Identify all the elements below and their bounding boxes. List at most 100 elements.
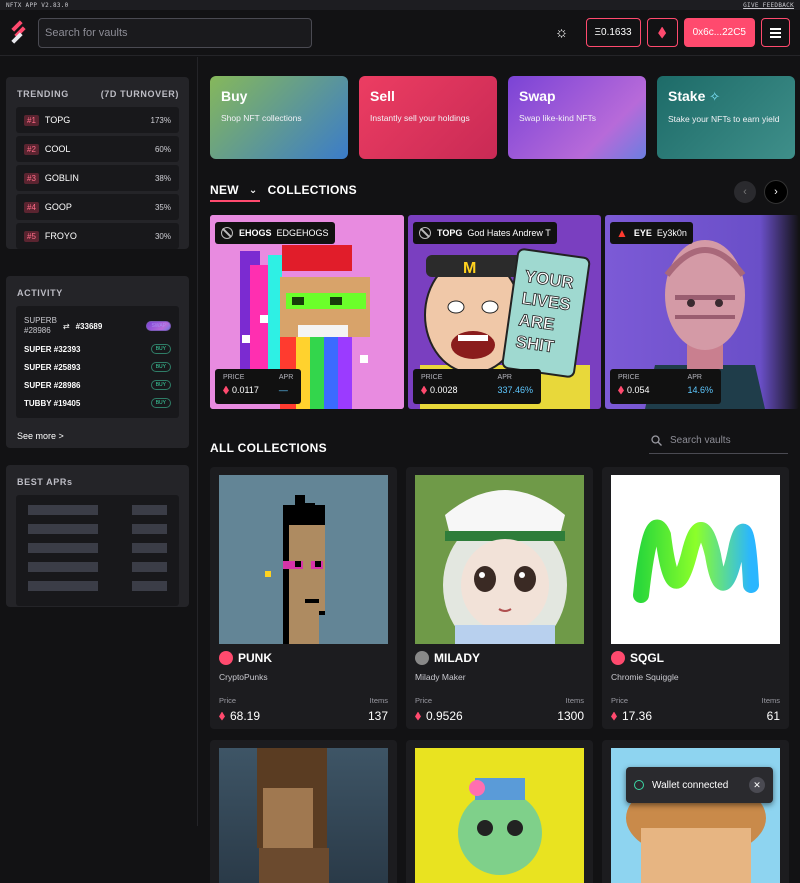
check-circle-icon [634,780,644,790]
see-more-link[interactable]: See more > [17,431,179,441]
prev-arrow-icon[interactable]: ‹ [734,181,756,203]
collection-card[interactable] [210,740,397,883]
price-label: Price [219,696,236,705]
activity-title: ACTIVITY [17,288,63,298]
menu-button[interactable] [761,18,790,47]
ethereum-icon [658,27,666,39]
stake-card[interactable]: Stake ✧Stake your NFTs to earn yield [657,76,795,159]
balance-button[interactable]: Ξ0.1633 [586,18,641,47]
activity-swap-row[interactable]: SUPERB#28986 ⇄ #33689 SWAP [24,312,171,340]
apr-label: APR [498,374,534,381]
price-label: PRICE [223,374,259,381]
collections-label: COLLECTIONS [268,183,357,197]
sun-icon[interactable]: ☼ [548,19,576,47]
activity-item[interactable]: SUPER #32393BUY [24,340,171,358]
network-button[interactable] [647,18,678,47]
buy-badge: BUY [151,362,171,372]
price-apr-box: PRICE0.054 APR14.6% [610,369,721,404]
nftx-logo[interactable] [8,20,28,46]
version-bar: NFTX APP V2.83.0 GIVE FEEDBACK [0,0,800,10]
activity-item[interactable]: TUBBY #19405 BUY [24,394,171,412]
trending-name: TOPG [45,115,70,125]
trending-rank: #4 [24,202,39,213]
trending-item[interactable]: #2COOL60% [16,136,179,162]
collection-card-sqgl[interactable]: SQGL Chromie Squiggle Price Items 17.36 … [602,467,789,729]
ethereum-icon [611,712,617,721]
collection-tag: EHOGSEDGEHOGS [215,222,335,244]
activity-panel: ACTIVITY SUPERB#28986 ⇄ #33689 SWAP SUPE… [6,276,189,448]
activity-label: SUPER #25893 [24,363,80,372]
apr-label: APR [279,374,293,381]
best-aprs-panel: BEST APRs [6,465,189,607]
featured-card-ehogs[interactable]: EHOGSEDGEHOGS PRICE0.0117 APR— [210,215,404,409]
punk-logo-icon [219,651,233,665]
items-value: 137 [368,709,388,723]
trending-pct: 38% [155,174,171,183]
wallet-connected-toast: Wallet connected ✕ [626,767,773,803]
trending-title: TRENDING [17,89,69,99]
new-dropdown[interactable]: NEW [210,183,239,197]
give-feedback-link[interactable]: GIVE FEEDBACK [743,2,794,9]
activity-list: SUPERB#28986 ⇄ #33689 SWAP SUPER #32393B… [16,306,179,418]
price-value: 0.0117 [232,385,259,395]
activity-item[interactable]: SUPER #28986BUY [24,376,171,394]
punk-image [219,475,388,644]
sqgl-logo-icon [611,651,625,665]
sqgl-image [611,475,780,644]
trending-pct: 35% [155,203,171,212]
trending-item[interactable]: #3GOBLIN38% [16,165,179,191]
collection-tag: TOPGGod Hates Andrew T [413,222,557,244]
items-value: 61 [767,709,780,723]
chevron-down-icon[interactable]: ⌄ [249,185,258,196]
price-value: 0.9526 [426,709,463,723]
apr-value: 14.6% [688,385,714,395]
activity-label: TUBBY #19405 [24,399,80,408]
collection-name: Milady Maker [415,672,466,682]
unverified-icon [221,227,233,239]
price-label: PRICE [618,374,650,381]
sell-card[interactable]: SellInstantly sell your holdings [359,76,497,159]
wallet-button[interactable]: 0x6c...22C5 [684,18,755,47]
collection-card[interactable] [602,740,789,883]
vault-search-field[interactable]: Search vaults [649,428,788,454]
close-icon[interactable]: ✕ [749,777,765,793]
featured-card-eye[interactable]: ▲EYEEy3k0n PRICE0.054 APR14.6% [605,215,799,409]
items-label: Items [762,696,780,705]
collection-card-punk[interactable]: PUNK CryptoPunks Price Items 68.19 137 [210,467,397,729]
collection-ticker: MILADY [434,651,480,665]
main-content: BuyShop NFT collections SellInstantly se… [199,57,800,826]
price-value: 0.0028 [430,385,458,395]
collection-card[interactable] [406,740,593,883]
activity-item[interactable]: SUPER #25893 BUY [24,358,171,376]
apr-value: 337.46% [498,385,534,395]
sidebar: TRENDING(7D TURNOVER) #1TOPG173% #2COOL6… [0,57,198,826]
buy-badge: BUY [151,398,171,408]
collection-name: Chromie Squiggle [611,672,679,682]
collection-image [415,748,584,883]
buy-card[interactable]: BuyShop NFT collections [210,76,348,159]
apr-label: APR [688,374,714,381]
milady-logo-icon [415,651,429,665]
collection-card-milady[interactable]: MILADY Milady Maker Price Items 0.9526 1… [406,467,593,729]
collection-name: CryptoPunks [219,672,268,682]
featured-card-topg[interactable]: M YOURLIVESARESHIT TOPGGod Hates Andrew … [408,215,601,409]
milady-image [415,475,584,644]
swap-card[interactable]: SwapSwap like-kind NFTs [508,76,646,159]
ethereum-icon [223,386,229,395]
toast-text: Wallet connected [652,780,728,791]
trending-rank: #3 [24,173,39,184]
price-label: PRICE [421,374,458,381]
trending-item[interactable]: #5FROYO30% [16,223,179,249]
trending-item[interactable]: #4 GOOP 35% [16,194,179,220]
collection-ticker: PUNK [238,651,272,665]
price-label: Price [415,696,432,705]
price-apr-box: PRICE0.0117 APR— [215,369,301,404]
new-collections-header: NEW ⌄ COLLECTIONS [210,183,357,197]
vault-search-input[interactable]: Search for vaults [38,18,312,48]
next-arrow-icon[interactable]: › [764,180,788,204]
collection-image [219,748,388,883]
trending-item[interactable]: #1TOPG173% [16,107,179,133]
trending-name: GOOP [45,202,72,212]
items-label: Items [566,696,584,705]
price-apr-box: PRICE 0.0028 APR 337.46% [413,369,541,404]
